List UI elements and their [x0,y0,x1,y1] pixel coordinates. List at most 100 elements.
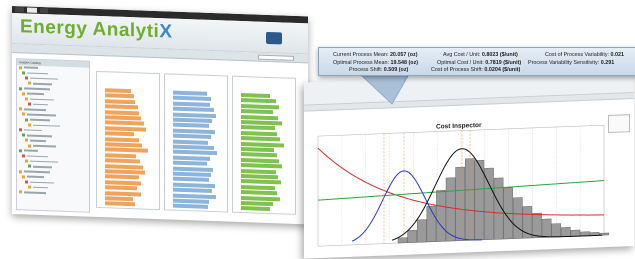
tree-node-icon [22,92,25,96]
histogram-bar [570,229,581,237]
tree-item-placeholder [27,72,48,75]
avg-cost-value: 0.8023 ($/unit) [481,52,518,58]
tree-item-placeholder [27,155,48,158]
tree-node-icon [19,190,22,194]
dashboard-bar [173,101,211,107]
cost-shift-label: Cost of Process Shift: [431,67,483,73]
dashboard-bar [173,96,212,102]
dashboard-bar [241,119,282,126]
tree-item-placeholder [24,66,38,69]
bar-container [233,77,295,79]
dashboard-bar [105,196,133,202]
dashboard-bar [173,187,213,194]
histogram-bar [416,219,427,243]
tree-node-icon [28,164,31,168]
tree-item-placeholder [24,170,50,174]
dashboard-window: Energy AnalytiX Analytix Catalog [12,6,308,225]
dashboard-bar [173,133,212,140]
dashboard-bar [241,103,280,110]
tree-item-placeholder [30,181,54,184]
tree-node-icon [28,102,31,106]
histogram-bar [407,229,417,243]
dashboard-bar [105,158,140,164]
optimal-mean-row: Optimal Process Mean: 19.548 (oz) [333,60,418,66]
tree-node-icon [25,138,28,142]
dashboard-bar [173,117,213,123]
dashboard-bar [105,163,144,170]
partner-logo-icon [266,31,282,45]
browser-tab[interactable] [15,7,25,13]
dashboard-bar [241,152,277,158]
dashboard-bar [241,195,281,201]
process-shift-row: Process Shift: 0.509 (oz) [349,67,408,73]
dashboard-bar [241,163,283,169]
cost-variability-row: Cost of Process Variability: 0.021 [545,52,624,58]
tree-item-placeholder [33,124,60,127]
cost-shift-value: 0.0204 ($/unit) [484,67,521,73]
dashboard-bar [241,114,279,120]
variability-sensitivity-label: Process Variability Sensitivity: [528,59,600,66]
avg-cost-row: Avg Cost / Unit: 0.8023 ($/unit) [443,52,518,58]
dashboard-bar [241,190,278,196]
dashboard-bar [241,109,273,115]
logo-text: Energy Analyti [20,16,160,43]
dashboard-bar [241,173,279,180]
inspector-window: Cost Inspector [304,70,634,259]
dashboard-bar [173,177,209,183]
dashboard-bar [105,131,134,137]
tree-node-icon [22,133,25,137]
tree-item-placeholder [24,149,38,152]
browser-tab[interactable] [39,7,49,14]
tree-item-placeholder [30,77,58,81]
tree-item-placeholder [24,108,46,111]
tree-item-placeholder [33,145,56,148]
cost-inspector-plot [317,124,610,247]
tree-item-placeholder [33,103,48,106]
dashboard-bar [105,201,135,207]
process-shift-value: 0.509 (oz) [383,67,409,73]
dashboard-bar [241,179,282,185]
tree-node-icon [19,169,22,173]
tree-node-icon [22,175,25,179]
dashboard-bar [173,198,210,204]
chart-panel-orange [96,70,160,211]
tree-node-icon [19,66,22,70]
dashboard-bar [105,126,146,132]
dashboard-bar [173,90,207,96]
histogram-bar [512,197,523,239]
dashboard-bar [105,169,146,175]
tree-item-placeholder [33,165,52,169]
tree-list [17,65,89,197]
dashboard-bar [173,139,208,145]
dashboard-bar [241,146,274,153]
tree-node-icon [28,81,31,85]
dashboard-bar [105,190,141,197]
cost-variability-label: Cost of Process Variability: [545,52,610,58]
histogram-bar [464,158,475,241]
metrics-callout: Current Process Mean: 20.057 (oz) Optima… [318,47,635,76]
bar-container [165,74,227,76]
bar-container [97,72,159,74]
optimal-mean-value: 19.548 (oz) [390,59,419,66]
browser-tab-active[interactable] [27,7,37,13]
current-mean-row: Current Process Mean: 20.057 (oz) [333,52,418,58]
dashboard-bar [173,171,212,177]
current-mean-label: Current Process Mean: [333,52,389,58]
tree-node-icon [19,107,22,111]
histogram-bar [541,218,552,238]
variability-sensitivity-value: 0.291 [600,59,615,66]
histogram-bar [397,237,408,244]
cost-shift-row: Cost of Process Shift: 0.0204 ($/unit) [431,67,520,73]
tree-item-placeholder [27,92,44,96]
tree-node-icon [25,118,28,122]
app-logo: Energy AnalytiX [20,16,173,43]
tree-item-placeholder [24,191,46,194]
dashboard-bar [105,142,143,148]
tree-item[interactable] [17,190,89,198]
callout-pointer-shape [360,75,409,105]
tree-node-icon [25,97,28,101]
dashboard-bar [241,157,280,164]
search-input[interactable] [258,54,294,61]
dashboard-bar [241,168,276,174]
avg-cost-label: Avg Cost / Unit: [443,52,481,58]
